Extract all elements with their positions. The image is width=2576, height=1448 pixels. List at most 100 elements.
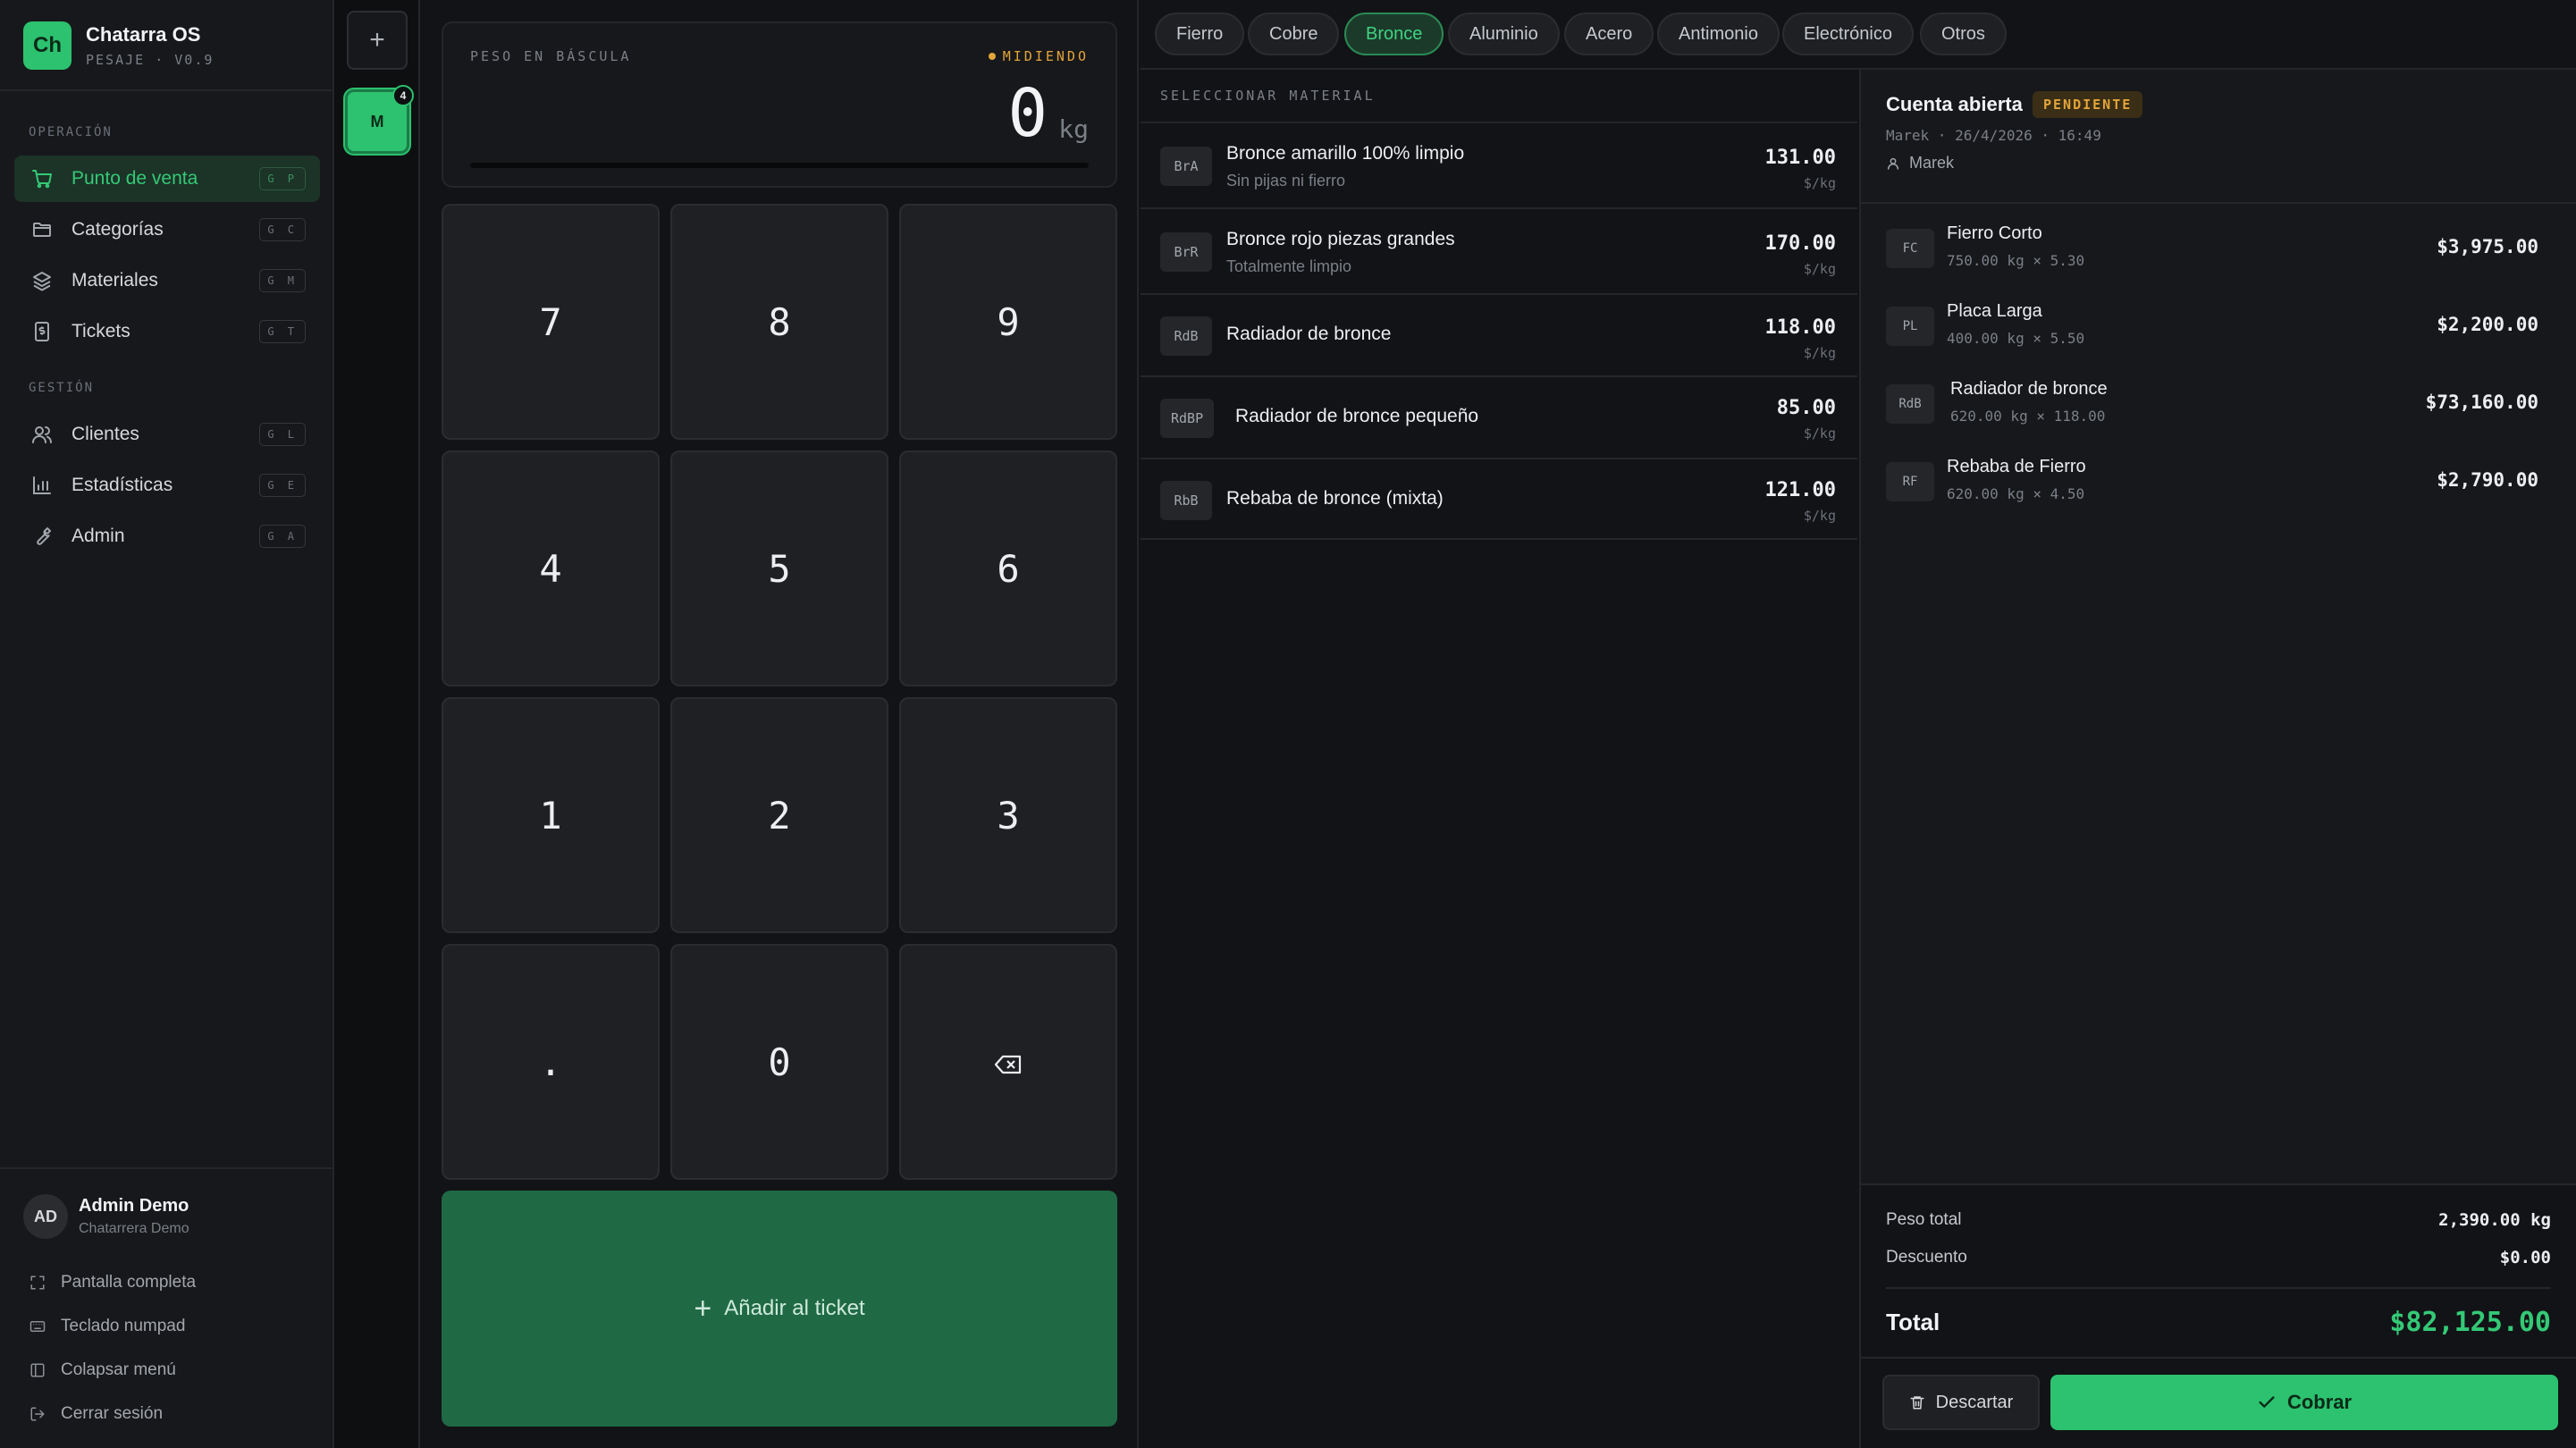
open-tickets-column: + M 4 xyxy=(334,0,420,1448)
plus-icon: + xyxy=(694,1291,712,1326)
app-root: Ch Chatarra OS PESAJE · V0.9 OPERACIÓN P… xyxy=(0,0,2576,1448)
sidebar-footer: AD Admin Demo Chatarrera Demo Pantalla c… xyxy=(0,1167,333,1448)
sidebar-item-categorias[interactable]: Categorías G C xyxy=(14,206,320,253)
key-4[interactable]: 4 xyxy=(442,450,660,686)
ticket-line[interactable]: RdB Radiador de bronce 620.00 kg × 118.0… xyxy=(1886,377,2538,434)
material-row[interactable]: BrA Bronce amarillo 100% limpio Sin pija… xyxy=(1141,122,1857,207)
ticket-customer[interactable]: Marek xyxy=(1886,154,1954,173)
category-acero[interactable]: Acero xyxy=(1564,13,1654,55)
line-name: Fierro Corto xyxy=(1947,223,2042,243)
charge-label: Cobrar xyxy=(2286,1391,2353,1413)
user-organization: Chatarrera Demo xyxy=(79,1221,189,1236)
numpad-keyboard-button[interactable]: Teclado numpad xyxy=(29,1317,185,1336)
material-code: RdB xyxy=(1160,316,1212,356)
sidebar-item-materiales[interactable]: Materiales G M xyxy=(14,257,320,304)
trash-icon xyxy=(1909,1394,1925,1410)
material-code: RbB xyxy=(1160,481,1212,520)
line-name: Placa Larga xyxy=(1947,301,2042,321)
cart-icon xyxy=(30,167,54,190)
add-to-ticket-label: Añadir al ticket xyxy=(724,1296,865,1320)
status-badge: PENDIENTE xyxy=(2033,91,2143,118)
line-quantity: 620.00 kg × 118.00 xyxy=(1950,408,2106,425)
sidebar-item-punto-de-venta[interactable]: Punto de venta G P xyxy=(14,156,320,202)
avatar[interactable]: AD xyxy=(23,1194,68,1239)
key-decimal[interactable]: . xyxy=(442,944,660,1180)
category-fierro[interactable]: Fierro xyxy=(1155,13,1245,55)
new-ticket-button[interactable]: + xyxy=(347,11,408,70)
key-backspace[interactable] xyxy=(899,944,1117,1180)
shortcut-hint: G E xyxy=(259,474,306,497)
collapse-menu-button[interactable]: Colapsar menú xyxy=(29,1360,176,1380)
backspace-icon xyxy=(994,1040,1023,1084)
material-price: 170.00 xyxy=(1764,232,1836,255)
category-cobre[interactable]: Cobre xyxy=(1248,13,1340,55)
shortcut-hint: G A xyxy=(259,525,306,548)
sidebar-item-label: Clientes xyxy=(72,424,139,444)
sidebar: Ch Chatarra OS PESAJE · V0.9 OPERACIÓN P… xyxy=(0,0,334,1448)
discard-button[interactable]: Descartar xyxy=(1882,1375,2040,1430)
logout-label: Cerrar sesión xyxy=(61,1404,164,1423)
bar-chart-icon xyxy=(30,474,54,497)
material-name: Rebaba de bronce (mixta) xyxy=(1226,488,1444,509)
sidebar-item-estadisticas[interactable]: Estadísticas G E xyxy=(14,462,320,509)
category-bronce[interactable]: Bronce xyxy=(1344,13,1444,55)
key-9[interactable]: 9 xyxy=(899,204,1117,440)
ticket-line[interactable]: PL Placa Larga 400.00 kg × 5.50 $2,200.0… xyxy=(1886,299,2538,357)
ticket-summary: Peso total 2,390.00 kg Descuento $0.00 T… xyxy=(1861,1183,2576,1357)
line-quantity: 750.00 kg × 5.30 xyxy=(1947,252,2085,269)
ticket-line[interactable]: RF Rebaba de Fierro 620.00 kg × 4.50 $2,… xyxy=(1886,455,2538,512)
key-3[interactable]: 3 xyxy=(899,697,1117,933)
key-8[interactable]: 8 xyxy=(670,204,888,440)
brand-name: Chatarra OS xyxy=(86,23,201,46)
category-aluminio[interactable]: Aluminio xyxy=(1448,13,1560,55)
fullscreen-icon xyxy=(29,1274,46,1292)
weighing-keypad-panel: PESO EN BÁSCULA MIDIENDO 0 kg 7 8 9 4 5 … xyxy=(422,0,1139,1448)
divider xyxy=(1886,1287,2551,1289)
sidebar-item-admin[interactable]: Admin G A xyxy=(14,513,320,560)
material-row[interactable]: BrR Bronce rojo piezas grandes Totalment… xyxy=(1141,207,1857,293)
key-5[interactable]: 5 xyxy=(670,450,888,686)
add-to-ticket-button[interactable]: + Añadir al ticket xyxy=(442,1191,1117,1427)
discard-label: Descartar xyxy=(1935,1392,2014,1412)
sidebar-item-label: Tickets xyxy=(72,321,130,341)
logout-icon xyxy=(29,1405,46,1423)
key-6[interactable]: 6 xyxy=(899,450,1117,686)
category-otros[interactable]: Otros xyxy=(1920,13,2007,55)
collapse-menu-label: Colapsar menú xyxy=(61,1360,176,1379)
category-antimonio[interactable]: Antimonio xyxy=(1657,13,1780,55)
section-label-operacion: OPERACIÓN xyxy=(29,125,113,139)
material-price-unit: $/kg xyxy=(1803,425,1836,442)
ticket-tab-m[interactable]: M 4 xyxy=(345,85,414,154)
ticket-customer-name: Marek xyxy=(1909,154,1955,172)
line-total: $2,790.00 xyxy=(2437,469,2538,491)
sidebar-item-tickets[interactable]: Tickets G T xyxy=(14,308,320,355)
scale-level-bar xyxy=(470,163,1089,168)
key-0[interactable]: 0 xyxy=(670,944,888,1180)
fullscreen-button[interactable]: Pantalla completa xyxy=(29,1273,196,1292)
material-row[interactable]: RdBP Radiador de bronce pequeño 85.00 $/… xyxy=(1141,375,1857,458)
scale-display: PESO EN BÁSCULA MIDIENDO 0 kg xyxy=(442,21,1117,188)
key-2[interactable]: 2 xyxy=(670,697,888,933)
logout-button[interactable]: Cerrar sesión xyxy=(29,1404,163,1424)
material-name: Bronce amarillo 100% limpio xyxy=(1226,143,1465,164)
key-1[interactable]: 1 xyxy=(442,697,660,933)
material-row[interactable]: RdB Radiador de bronce 118.00 $/kg xyxy=(1141,293,1857,375)
discount-row: Descuento $0.00 xyxy=(1886,1248,2551,1267)
material-name: Radiador de bronce xyxy=(1226,324,1392,344)
key-7[interactable]: 7 xyxy=(442,204,660,440)
material-row[interactable]: RbB Rebaba de bronce (mixta) 121.00 $/kg xyxy=(1141,458,1857,540)
charge-button[interactable]: Cobrar xyxy=(2050,1375,2558,1430)
material-price-unit: $/kg xyxy=(1803,261,1836,277)
material-note: Totalmente limpio xyxy=(1226,257,1352,275)
ticket-line[interactable]: FC Fierro Corto 750.00 kg × 5.30 $3,975.… xyxy=(1886,222,2538,279)
shortcut-hint: G M xyxy=(259,269,306,292)
sidebar-item-clientes[interactable]: Clientes G L xyxy=(14,411,320,458)
total-weight-label: Peso total xyxy=(1886,1210,1962,1229)
line-code: RF xyxy=(1886,462,1934,501)
category-electronico[interactable]: Electrónico xyxy=(1782,13,1914,55)
material-code: BrR xyxy=(1160,232,1212,272)
line-total: $73,160.00 xyxy=(2425,391,2538,413)
category-filter-bar: Fierro Cobre Bronce Aluminio Acero Antim… xyxy=(1141,0,2576,70)
status-dot-icon xyxy=(988,53,996,60)
user-name: Admin Demo xyxy=(79,1196,189,1216)
